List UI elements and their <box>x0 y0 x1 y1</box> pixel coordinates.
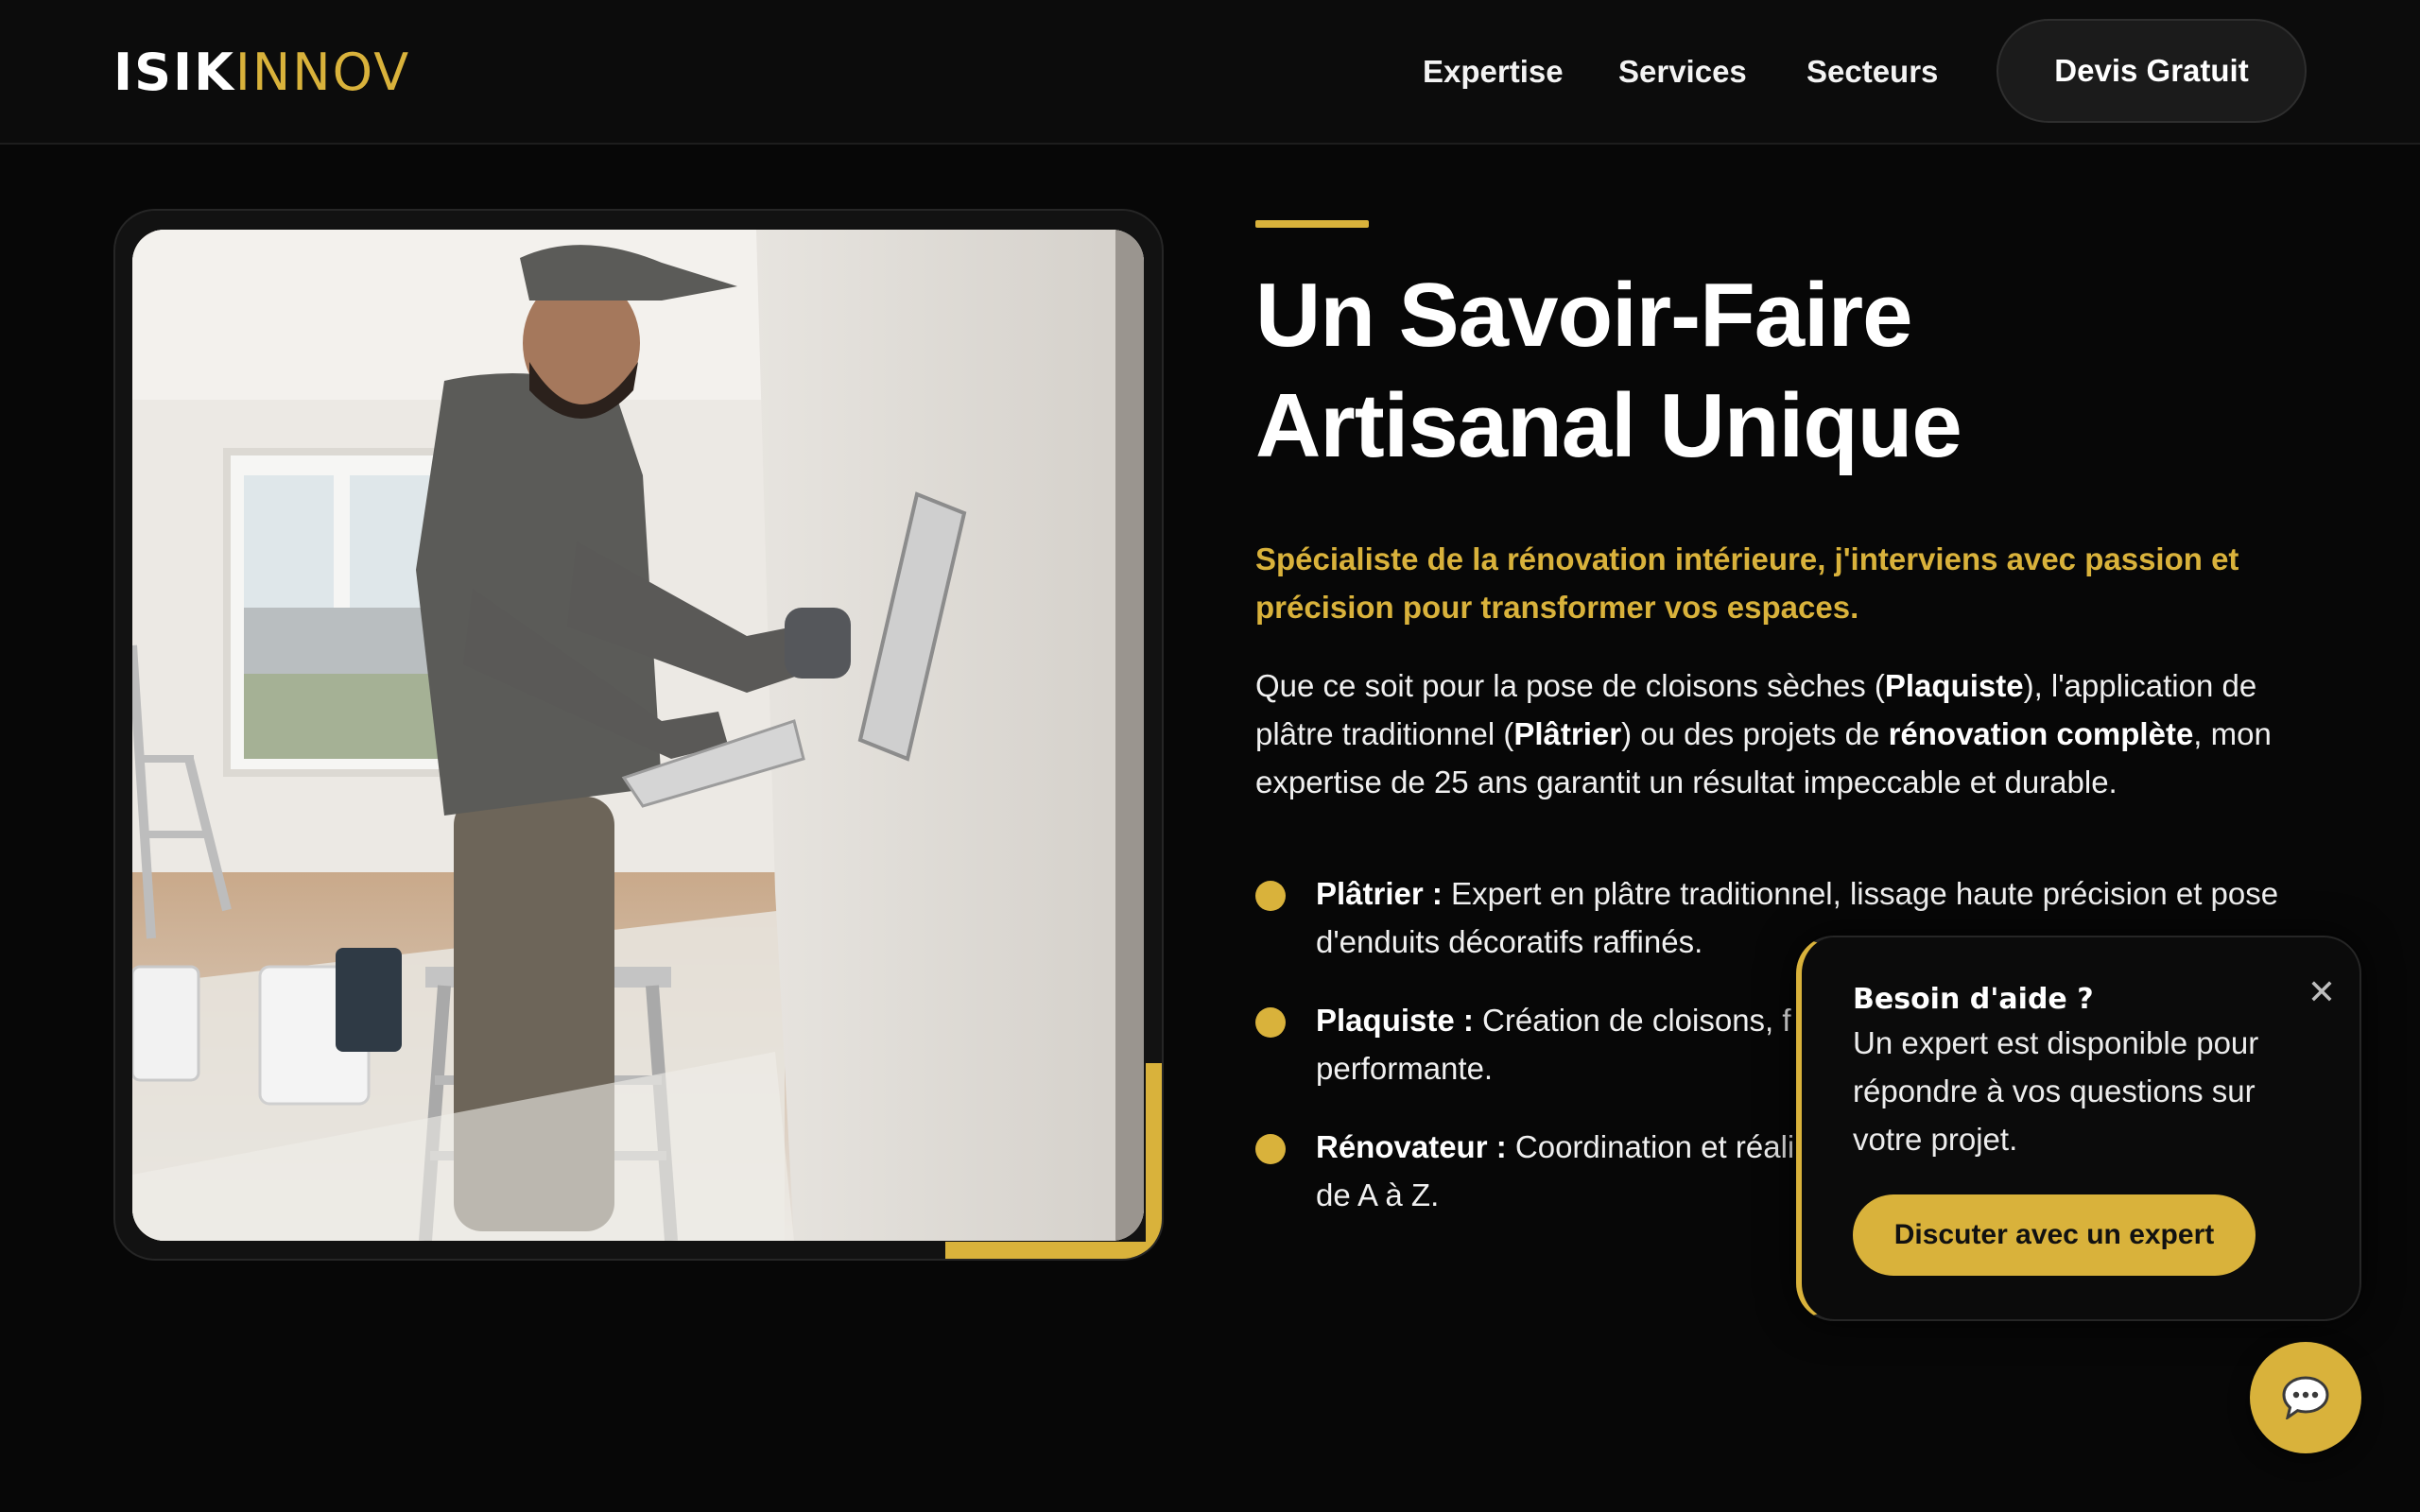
close-icon[interactable]: ✕ <box>2303 973 2341 1011</box>
body-paragraph: Que ce soit pour la pose de cloisons sèc… <box>1255 662 2333 806</box>
body-text-part: ) ou des projets de <box>1621 716 1889 751</box>
plasterer-photo <box>132 230 1144 1241</box>
bullet-label: Rénovateur : <box>1316 1129 1507 1164</box>
nav-link-services[interactable]: Services <box>1618 51 1747 93</box>
help-popup: Besoin d'aide ? ✕ Un expert est disponib… <box>1796 936 2361 1321</box>
bullet-description-continued: performante. <box>1316 1051 1494 1086</box>
bullet-label: Plaquiste : <box>1316 1003 1474 1038</box>
chat-bubble-icon <box>2282 1376 2329 1419</box>
free-quote-button[interactable]: Devis Gratuit <box>1996 19 2307 123</box>
help-popup-message: Un expert est disponible pour répondre à… <box>1853 1025 2259 1157</box>
title-line-1: Un Savoir-Faire <box>1255 265 1913 366</box>
accent-bar-right <box>1146 1063 1162 1259</box>
site-header: ISIKINNOV Expertise Services Secteurs De… <box>0 0 2420 145</box>
body-bold-platrier: Plâtrier <box>1513 716 1622 751</box>
chat-launcher-button[interactable] <box>2250 1342 2361 1453</box>
bullet-dot <box>1255 1007 1286 1038</box>
bullet-label: Plâtrier : <box>1316 876 1443 911</box>
body-bold-plaquiste: Plaquiste <box>1884 668 2024 703</box>
bullet-description: Coordination et réali <box>1506 1129 1795 1164</box>
section-title: Un Savoir-Faire Artisanal Unique <box>1255 260 2295 481</box>
title-accent-bar <box>1255 220 1369 228</box>
title-line-2: Artisanal Unique <box>1255 375 1962 476</box>
nav-link-secteurs[interactable]: Secteurs <box>1806 51 1938 93</box>
logo-part-isik: ISIK <box>113 43 235 102</box>
body-bold-renovation: rénovation complète <box>1888 716 2194 751</box>
lead-paragraph: Spécialiste de la rénovation intérieure,… <box>1255 541 2239 625</box>
bullet-description-continued: de A à Z. <box>1316 1177 1440 1212</box>
chat-with-expert-button[interactable]: Discuter avec un expert <box>1853 1194 2256 1276</box>
bullet-dot <box>1255 1134 1286 1164</box>
help-popup-title: Besoin d'aide ? <box>1853 983 2094 1016</box>
nav-link-expertise[interactable]: Expertise <box>1423 51 1564 93</box>
logo-part-innov: INNOV <box>234 43 411 102</box>
logo[interactable]: ISIKINNOV <box>113 43 410 102</box>
body-text-part: Que ce soit pour la pose de cloisons sèc… <box>1255 668 1885 703</box>
accent-bar-bottom <box>945 1242 1162 1259</box>
bullet-description: Création de cloisons, f <box>1473 1003 1791 1038</box>
bullet-dot <box>1255 881 1286 911</box>
